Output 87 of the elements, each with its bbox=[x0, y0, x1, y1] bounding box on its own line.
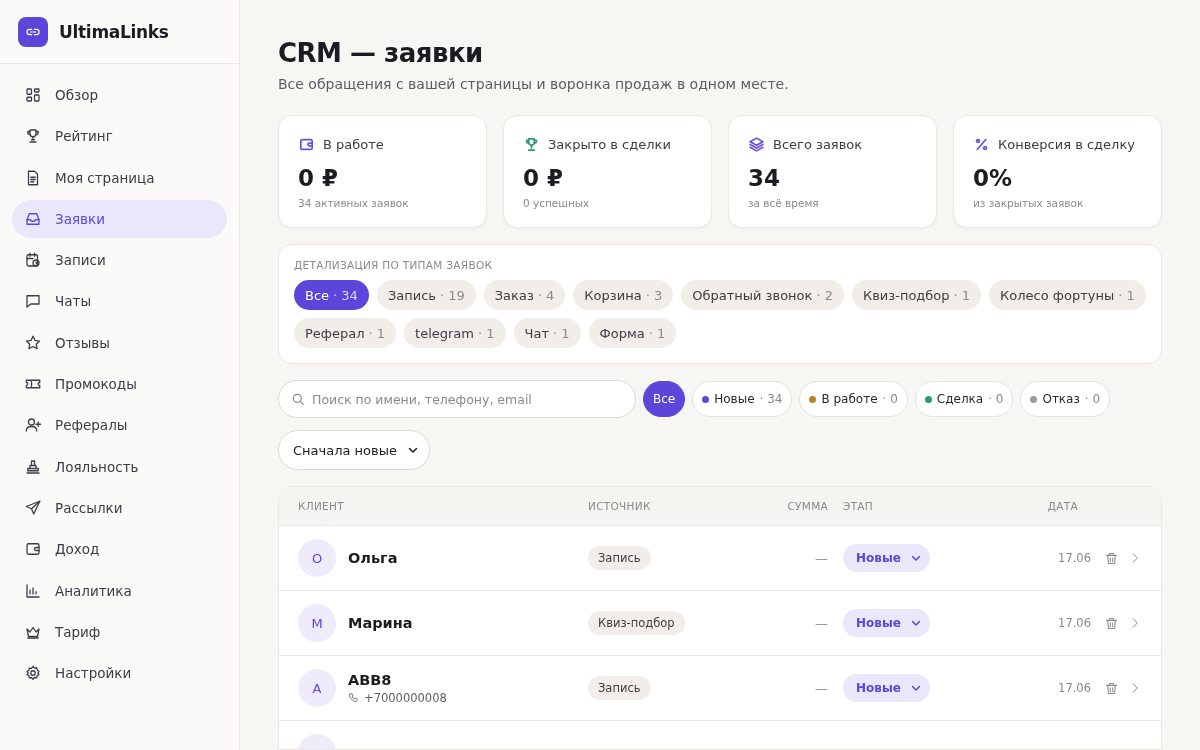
stat-label: Всего заявок bbox=[773, 137, 863, 152]
stage-filter[interactable]: В работе · 0 bbox=[799, 381, 908, 417]
date: 17.06 bbox=[1058, 681, 1091, 695]
brand-name: UltimaLinks bbox=[59, 21, 169, 42]
amount: — bbox=[814, 615, 829, 631]
stage-dropdown[interactable]: Новые bbox=[843, 609, 930, 637]
amount: — bbox=[814, 680, 829, 696]
source-tag: Запись bbox=[588, 676, 651, 700]
type-chip[interactable]: Колесо фортуны · 1 bbox=[989, 280, 1146, 310]
client-phone: +7000000008 bbox=[364, 690, 447, 705]
sidebar-item[interactable]: Рассылки bbox=[12, 488, 227, 527]
search-icon bbox=[290, 391, 306, 407]
delete-button[interactable] bbox=[1104, 680, 1119, 696]
source-tag: Квиз-подбор bbox=[588, 611, 685, 635]
sidebar-item[interactable]: Тариф bbox=[12, 612, 227, 651]
sidebar-item[interactable]: Моя страница bbox=[12, 158, 227, 197]
sidebar-item[interactable]: Записи bbox=[12, 241, 227, 280]
stage-filter[interactable]: Все bbox=[643, 381, 686, 417]
sidebar-item[interactable]: Рейтинг bbox=[12, 117, 227, 156]
type-chip[interactable]: Заказ · 4 bbox=[483, 280, 566, 310]
stat-value: 0 ₽ bbox=[298, 165, 339, 191]
logo-icon bbox=[18, 16, 48, 47]
panel-title: ДЕТАЛИЗАЦИЯ ПО ТИПАМ ЗАЯВОК bbox=[294, 259, 494, 271]
stat-note: за всё время bbox=[748, 197, 820, 209]
sidebar-item[interactable]: Рефералы bbox=[12, 406, 227, 445]
type-chip[interactable]: telegram · 1 bbox=[404, 318, 506, 348]
client-name: Ольга bbox=[348, 550, 398, 566]
type-chip[interactable]: Форма · 1 bbox=[588, 318, 677, 348]
sidebar-item[interactable]: Промокоды bbox=[12, 365, 227, 404]
user-plus-icon bbox=[24, 416, 42, 435]
avatar: М bbox=[298, 604, 336, 642]
client-name: ABB8 bbox=[348, 671, 393, 688]
type-chip[interactable]: Все · 34 bbox=[294, 280, 369, 310]
star-icon bbox=[24, 333, 42, 352]
avatar: А bbox=[298, 669, 336, 707]
stat-label: Закрыто в сделки bbox=[548, 137, 671, 152]
amount: — bbox=[814, 550, 829, 566]
stage-filter[interactable]: Отказ · 0 bbox=[1020, 381, 1111, 417]
stat-label: Конверсия в сделку bbox=[998, 137, 1135, 152]
sidebar-item[interactable]: Чаты bbox=[12, 282, 227, 321]
type-chip[interactable]: Чат · 1 bbox=[513, 318, 581, 348]
grid-icon bbox=[24, 86, 42, 104]
page-title: CRM — заявки bbox=[278, 38, 484, 68]
sort-dropdown[interactable]: Сначала новые bbox=[278, 430, 430, 470]
delete-button[interactable] bbox=[1104, 550, 1119, 566]
sidebar-item[interactable]: Доход bbox=[12, 530, 227, 569]
send-icon bbox=[24, 498, 42, 517]
stage-dropdown[interactable]: Новые bbox=[843, 544, 930, 572]
stage-dropdown[interactable]: Новые bbox=[843, 674, 930, 702]
calendar-clock-icon bbox=[24, 251, 42, 270]
sidebar-item[interactable]: Обзор bbox=[12, 76, 227, 114]
avatar: О bbox=[298, 539, 336, 577]
stat-value: 34 bbox=[748, 165, 781, 191]
sidebar-item[interactable]: Отзывы bbox=[12, 323, 227, 362]
type-chip[interactable]: Квиз-подбор · 1 bbox=[851, 280, 982, 310]
sidebar-item[interactable]: Настройки bbox=[12, 654, 227, 693]
type-chip[interactable]: Обратный звонок · 2 bbox=[681, 280, 844, 310]
stat-note: 0 успешных bbox=[523, 197, 591, 209]
stamp-icon bbox=[24, 457, 42, 476]
stat-label: В работе bbox=[323, 137, 384, 152]
search-field[interactable]: Поиск по имени, телефону, email bbox=[278, 380, 636, 418]
stat-value: 0% bbox=[973, 165, 1014, 191]
source-tag: Запись bbox=[588, 546, 651, 570]
column-header: ИСТОЧНИК bbox=[588, 500, 652, 512]
column-header: ДАТА bbox=[1046, 500, 1079, 512]
phone-icon bbox=[348, 692, 359, 703]
type-chip[interactable]: Корзина · 3 bbox=[573, 280, 674, 310]
sidebar-item[interactable]: Лояльность bbox=[12, 447, 227, 486]
column-header: КЛИЕНТ bbox=[298, 500, 345, 512]
date: 17.06 bbox=[1058, 616, 1091, 630]
type-chip[interactable]: Запись · 19 bbox=[376, 280, 476, 310]
stat-value: 0 ₽ bbox=[523, 165, 564, 191]
stat-note: из закрытых заявок bbox=[973, 197, 1085, 209]
type-chip[interactable]: Реферал · 1 bbox=[294, 318, 397, 348]
column-header: СУММА bbox=[786, 500, 829, 512]
page-subtitle: Все обращения с вашей страницы и воронка продаж в одном месте. bbox=[278, 76, 790, 92]
sidebar-item[interactable]: Заявки bbox=[12, 199, 227, 238]
delete-button[interactable] bbox=[1104, 615, 1119, 631]
stage-filter[interactable]: Новые · 34 bbox=[692, 381, 793, 417]
client-name: Марина bbox=[348, 615, 413, 631]
settings-icon bbox=[24, 664, 42, 683]
sidebar-item[interactable]: Аналитика bbox=[12, 571, 227, 610]
stat-note: 34 активных заявок bbox=[298, 197, 410, 209]
stage-filter[interactable]: Сделка · 0 bbox=[914, 381, 1014, 417]
column-header: ЭТАП bbox=[843, 500, 875, 512]
trophy-icon bbox=[24, 127, 42, 146]
date: 17.06 bbox=[1058, 551, 1091, 565]
